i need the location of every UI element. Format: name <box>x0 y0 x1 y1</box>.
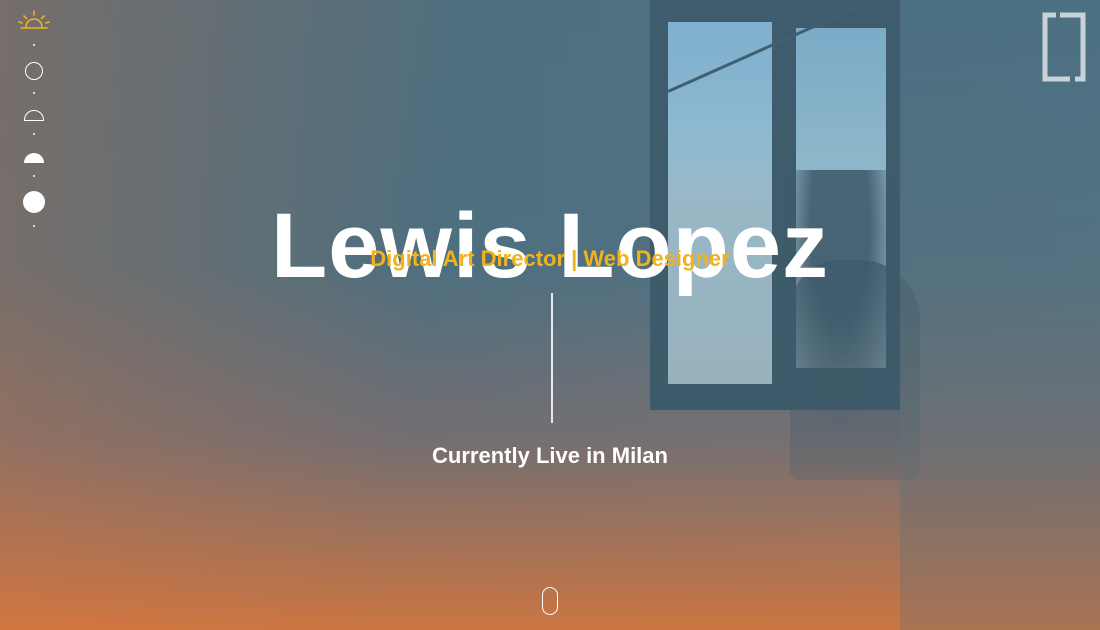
nav-dot <box>33 92 35 94</box>
hero-subtitle: Digital Art Director | Web Designer <box>370 246 730 271</box>
nav-dot <box>33 133 35 135</box>
half-circle-filled-icon[interactable] <box>24 153 44 163</box>
location-text: Currently Live in Milan <box>432 443 668 468</box>
sunrise-icon[interactable] <box>15 8 53 36</box>
mouse-scroll-icon[interactable] <box>542 587 558 615</box>
nav-dot <box>33 175 35 177</box>
half-circle-outline-icon[interactable] <box>24 110 44 121</box>
vertical-divider <box>551 293 553 423</box>
hero-photo <box>0 0 1100 630</box>
circle-outline-icon[interactable] <box>25 62 43 80</box>
nav-dot <box>33 44 35 46</box>
bracket-logo-icon[interactable] <box>1042 12 1086 82</box>
photo-overlay <box>0 0 1100 630</box>
